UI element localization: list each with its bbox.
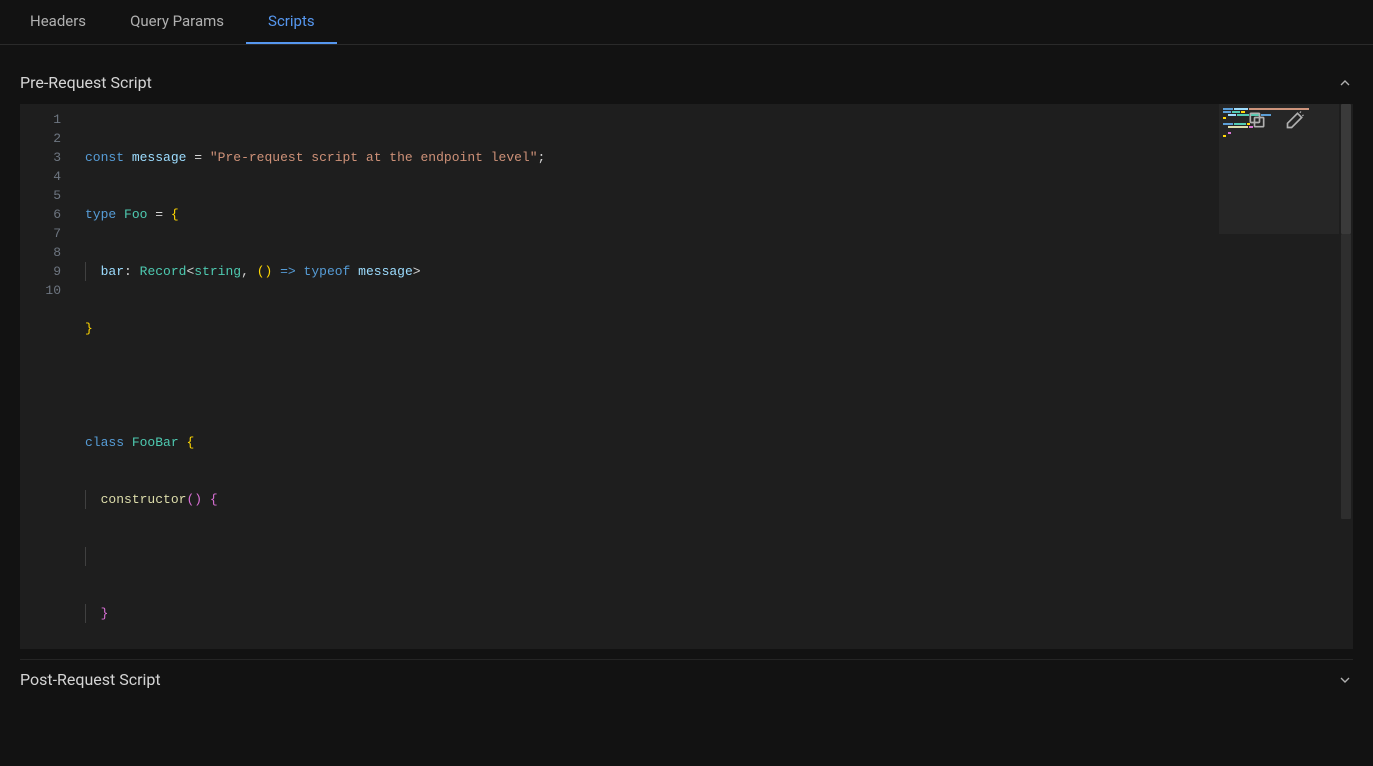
code-line: type Foo = { [75, 205, 1219, 224]
code-line: } [75, 604, 1219, 623]
indent-guide [85, 547, 86, 566]
post-request-header[interactable]: Post-Request Script [20, 660, 1353, 699]
code-editor[interactable]: 1 2 3 4 5 6 7 8 9 10 const message = "Pr… [20, 104, 1353, 649]
code-line: class FooBar { [75, 433, 1219, 452]
code-line: constructor() { [75, 490, 1219, 509]
tab-query-params[interactable]: Query Params [108, 0, 246, 44]
code-line: } [75, 319, 1219, 338]
line-number-gutter: 1 2 3 4 5 6 7 8 9 10 [20, 104, 75, 649]
pre-request-editor-wrap: 1 2 3 4 5 6 7 8 9 10 const message = "Pr… [20, 104, 1353, 649]
indent-guide [85, 604, 86, 623]
line-number: 10 [26, 281, 61, 300]
code-line [75, 547, 1219, 566]
line-number: 2 [26, 129, 61, 148]
line-number: 3 [26, 148, 61, 167]
line-number: 5 [26, 186, 61, 205]
code-line [75, 376, 1219, 395]
scrollbar-thumb[interactable] [1341, 104, 1351, 234]
code-line: bar: Record<string, () => typeof message… [75, 262, 1219, 281]
chevron-up-icon [1337, 75, 1353, 91]
vertical-scrollbar[interactable] [1339, 104, 1353, 649]
magic-wand-icon[interactable] [1285, 110, 1305, 130]
minimap[interactable] [1219, 104, 1339, 649]
pre-request-header[interactable]: Pre-Request Script [20, 63, 1353, 102]
code-area[interactable]: const message = "Pre-request script at t… [75, 104, 1219, 649]
line-number: 6 [26, 205, 61, 224]
tab-scripts[interactable]: Scripts [246, 0, 337, 44]
indent-guide [85, 490, 86, 509]
line-number: 4 [26, 167, 61, 186]
tab-headers[interactable]: Headers [8, 0, 108, 44]
line-number: 7 [26, 224, 61, 243]
chevron-down-icon [1337, 672, 1353, 688]
post-request-section: Post-Request Script [20, 659, 1353, 699]
copy-icon[interactable] [1247, 110, 1267, 130]
tab-bar: Headers Query Params Scripts [0, 0, 1373, 45]
editor-toolbar [1247, 104, 1305, 136]
scrollbar-track-segment [1341, 234, 1351, 519]
line-number: 1 [26, 110, 61, 129]
line-number: 9 [26, 262, 61, 281]
pre-request-title: Pre-Request Script [20, 73, 152, 92]
indent-guide [85, 262, 86, 281]
code-line: const message = "Pre-request script at t… [75, 148, 1219, 167]
post-request-title: Post-Request Script [20, 670, 161, 689]
pre-request-section: Pre-Request Script 1 2 3 4 5 6 7 8 9 10 [20, 63, 1353, 649]
line-number: 8 [26, 243, 61, 262]
